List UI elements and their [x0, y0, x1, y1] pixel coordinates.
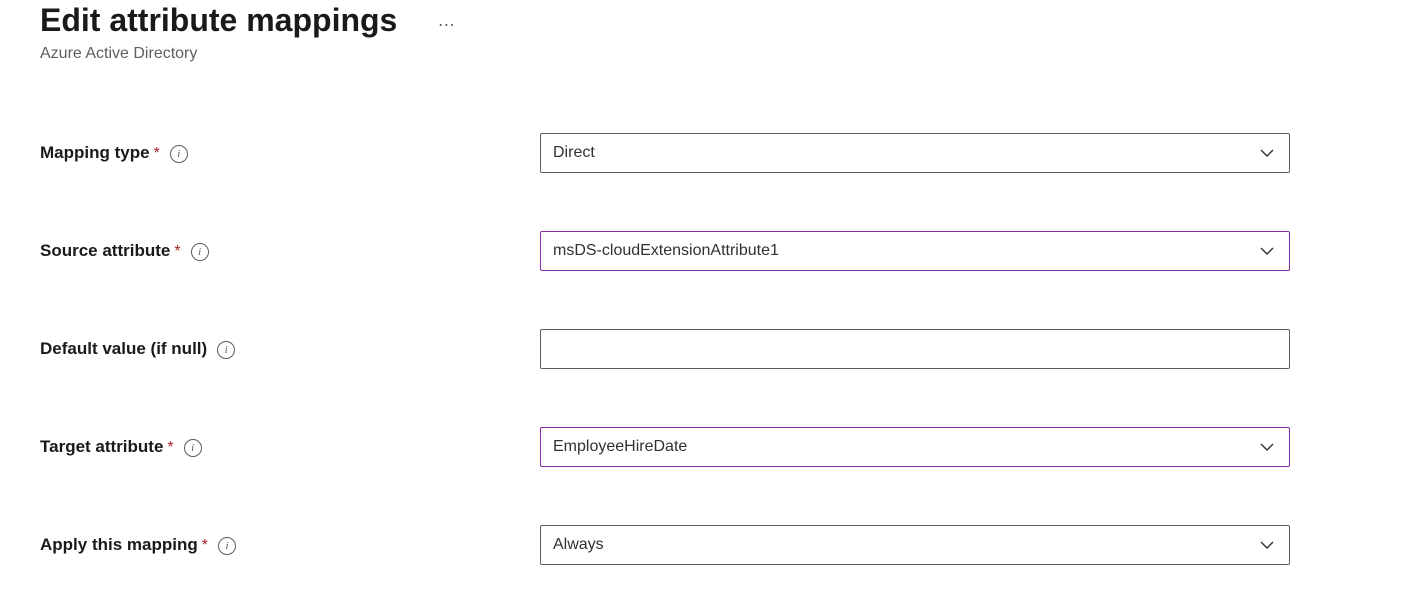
row-apply-mapping: Apply this mapping* i Always [40, 525, 1364, 565]
row-target-attribute: Target attribute* i EmployeeHireDate [40, 427, 1364, 467]
info-icon[interactable]: i [191, 243, 209, 261]
control-cell: msDS-cloudExtensionAttribute1 [540, 231, 1290, 271]
title-row: Edit attribute mappings … [40, 2, 1364, 39]
form: Mapping type* i Direct Source attribute*… [40, 133, 1364, 565]
more-actions-button[interactable]: … [429, 6, 465, 35]
required-indicator: * [202, 537, 208, 554]
info-icon[interactable]: i [184, 439, 202, 457]
label-cell: Mapping type* i [40, 143, 540, 163]
label-cell: Target attribute* i [40, 437, 540, 457]
label-source-attribute: Source attribute* [40, 241, 181, 261]
chevron-down-icon [1259, 537, 1275, 553]
info-icon[interactable]: i [170, 145, 188, 163]
required-indicator: * [154, 145, 160, 162]
select-value: Always [553, 536, 604, 554]
label-target-attribute: Target attribute* [40, 437, 174, 457]
row-mapping-type: Mapping type* i Direct [40, 133, 1364, 173]
target-attribute-select[interactable]: EmployeeHireDate [540, 427, 1290, 467]
label-apply-mapping: Apply this mapping* [40, 535, 208, 555]
required-indicator: * [174, 243, 180, 260]
control-cell [540, 329, 1290, 369]
source-attribute-select[interactable]: msDS-cloudExtensionAttribute1 [540, 231, 1290, 271]
control-cell: Always [540, 525, 1290, 565]
mapping-type-select[interactable]: Direct [540, 133, 1290, 173]
select-value: Direct [553, 144, 595, 162]
page-header: Edit attribute mappings … Azure Active D… [40, 0, 1364, 63]
row-source-attribute: Source attribute* i msDS-cloudExtensionA… [40, 231, 1364, 271]
default-value-input[interactable] [540, 329, 1290, 369]
page-title: Edit attribute mappings [40, 2, 397, 39]
label-cell: Source attribute* i [40, 241, 540, 261]
label-default-value: Default value (if null) [40, 339, 207, 359]
required-indicator: * [167, 439, 173, 456]
label-cell: Apply this mapping* i [40, 535, 540, 555]
label-mapping-type: Mapping type* [40, 143, 160, 163]
page-subtitle: Azure Active Directory [40, 45, 1364, 63]
row-default-value: Default value (if null) i [40, 329, 1364, 369]
chevron-down-icon [1259, 145, 1275, 161]
control-cell: EmployeeHireDate [540, 427, 1290, 467]
info-icon[interactable]: i [217, 341, 235, 359]
info-icon[interactable]: i [218, 537, 236, 555]
control-cell: Direct [540, 133, 1290, 173]
select-value: EmployeeHireDate [553, 438, 687, 456]
apply-mapping-select[interactable]: Always [540, 525, 1290, 565]
label-cell: Default value (if null) i [40, 339, 540, 359]
chevron-down-icon [1259, 243, 1275, 259]
select-value: msDS-cloudExtensionAttribute1 [553, 242, 779, 260]
chevron-down-icon [1259, 439, 1275, 455]
